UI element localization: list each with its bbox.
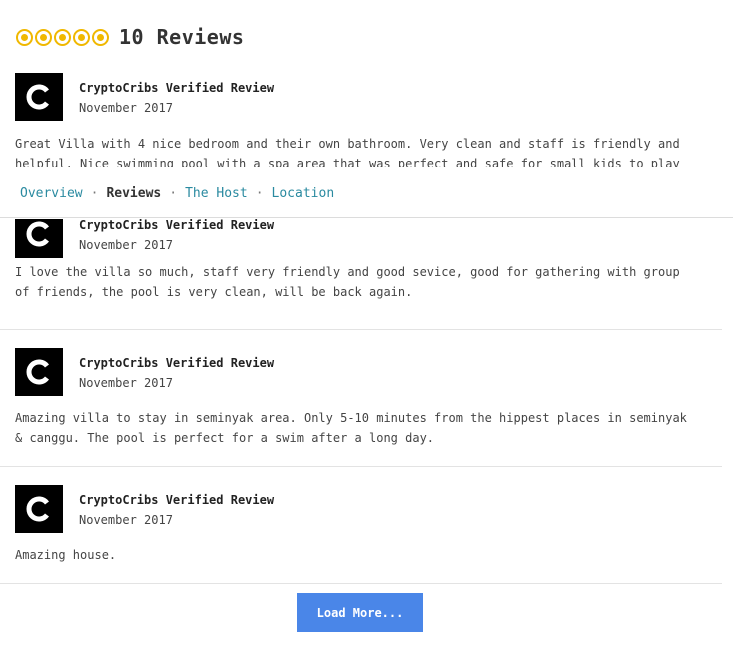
reviewer-avatar [15,73,63,121]
nav-separator: · [255,186,264,201]
cryptocribs-logo-icon [26,496,49,522]
reviewer-avatar [15,485,63,533]
review-date: November 2017 [79,376,173,390]
review-text: Amazing house. [15,548,117,562]
reviewer-avatar [15,348,63,396]
nav-location[interactable]: Location [272,186,335,201]
cryptocribs-logo-icon [26,84,49,110]
nav-overview[interactable]: Overview [20,186,83,201]
star-icon [54,28,71,46]
review-clip: CryptoCribs Verified Review November 201… [0,219,722,329]
cryptocribs-logo-icon [26,221,49,247]
star-icon [73,28,90,46]
nav-the-host[interactable]: The Host [185,186,248,201]
section-nav: Overview · Reviews · The Host · Location [0,170,733,218]
review-text-clip: Great Villa with 4 nice bedroom and thei… [0,134,722,167]
reviewer-name: CryptoCribs Verified Review [79,81,275,95]
review-date: November 2017 [79,238,173,252]
nav-reviews[interactable]: Reviews [106,186,161,201]
nav-separator: · [169,186,178,201]
star-icon [35,28,52,46]
review-date: November 2017 [79,101,173,115]
reviews-header: 10 Reviews [16,22,244,52]
load-more-button[interactable]: Load More... [297,593,423,632]
star-icon [16,28,33,46]
cryptocribs-logo-icon [26,359,49,385]
review-text: Amazing villa to stay in seminyak area. … [15,411,687,445]
star-rating [16,28,111,46]
reviewer-name: CryptoCribs Verified Review [79,493,275,507]
reviewer-name: CryptoCribs Verified Review [79,356,275,370]
reviewer-avatar [15,219,63,258]
review-divider [0,329,722,330]
nav-separator: · [90,186,99,201]
reviewer-name: CryptoCribs Verified Review [79,219,275,232]
review-text: Great Villa with 4 nice bedroom and thei… [15,137,680,167]
review-text: I love the villa so much, staff very fri… [15,265,680,299]
review-divider [0,583,722,584]
review-count: 10 Reviews [119,25,245,49]
review-date: November 2017 [79,513,173,527]
review-divider [0,466,722,467]
star-icon [92,28,109,46]
